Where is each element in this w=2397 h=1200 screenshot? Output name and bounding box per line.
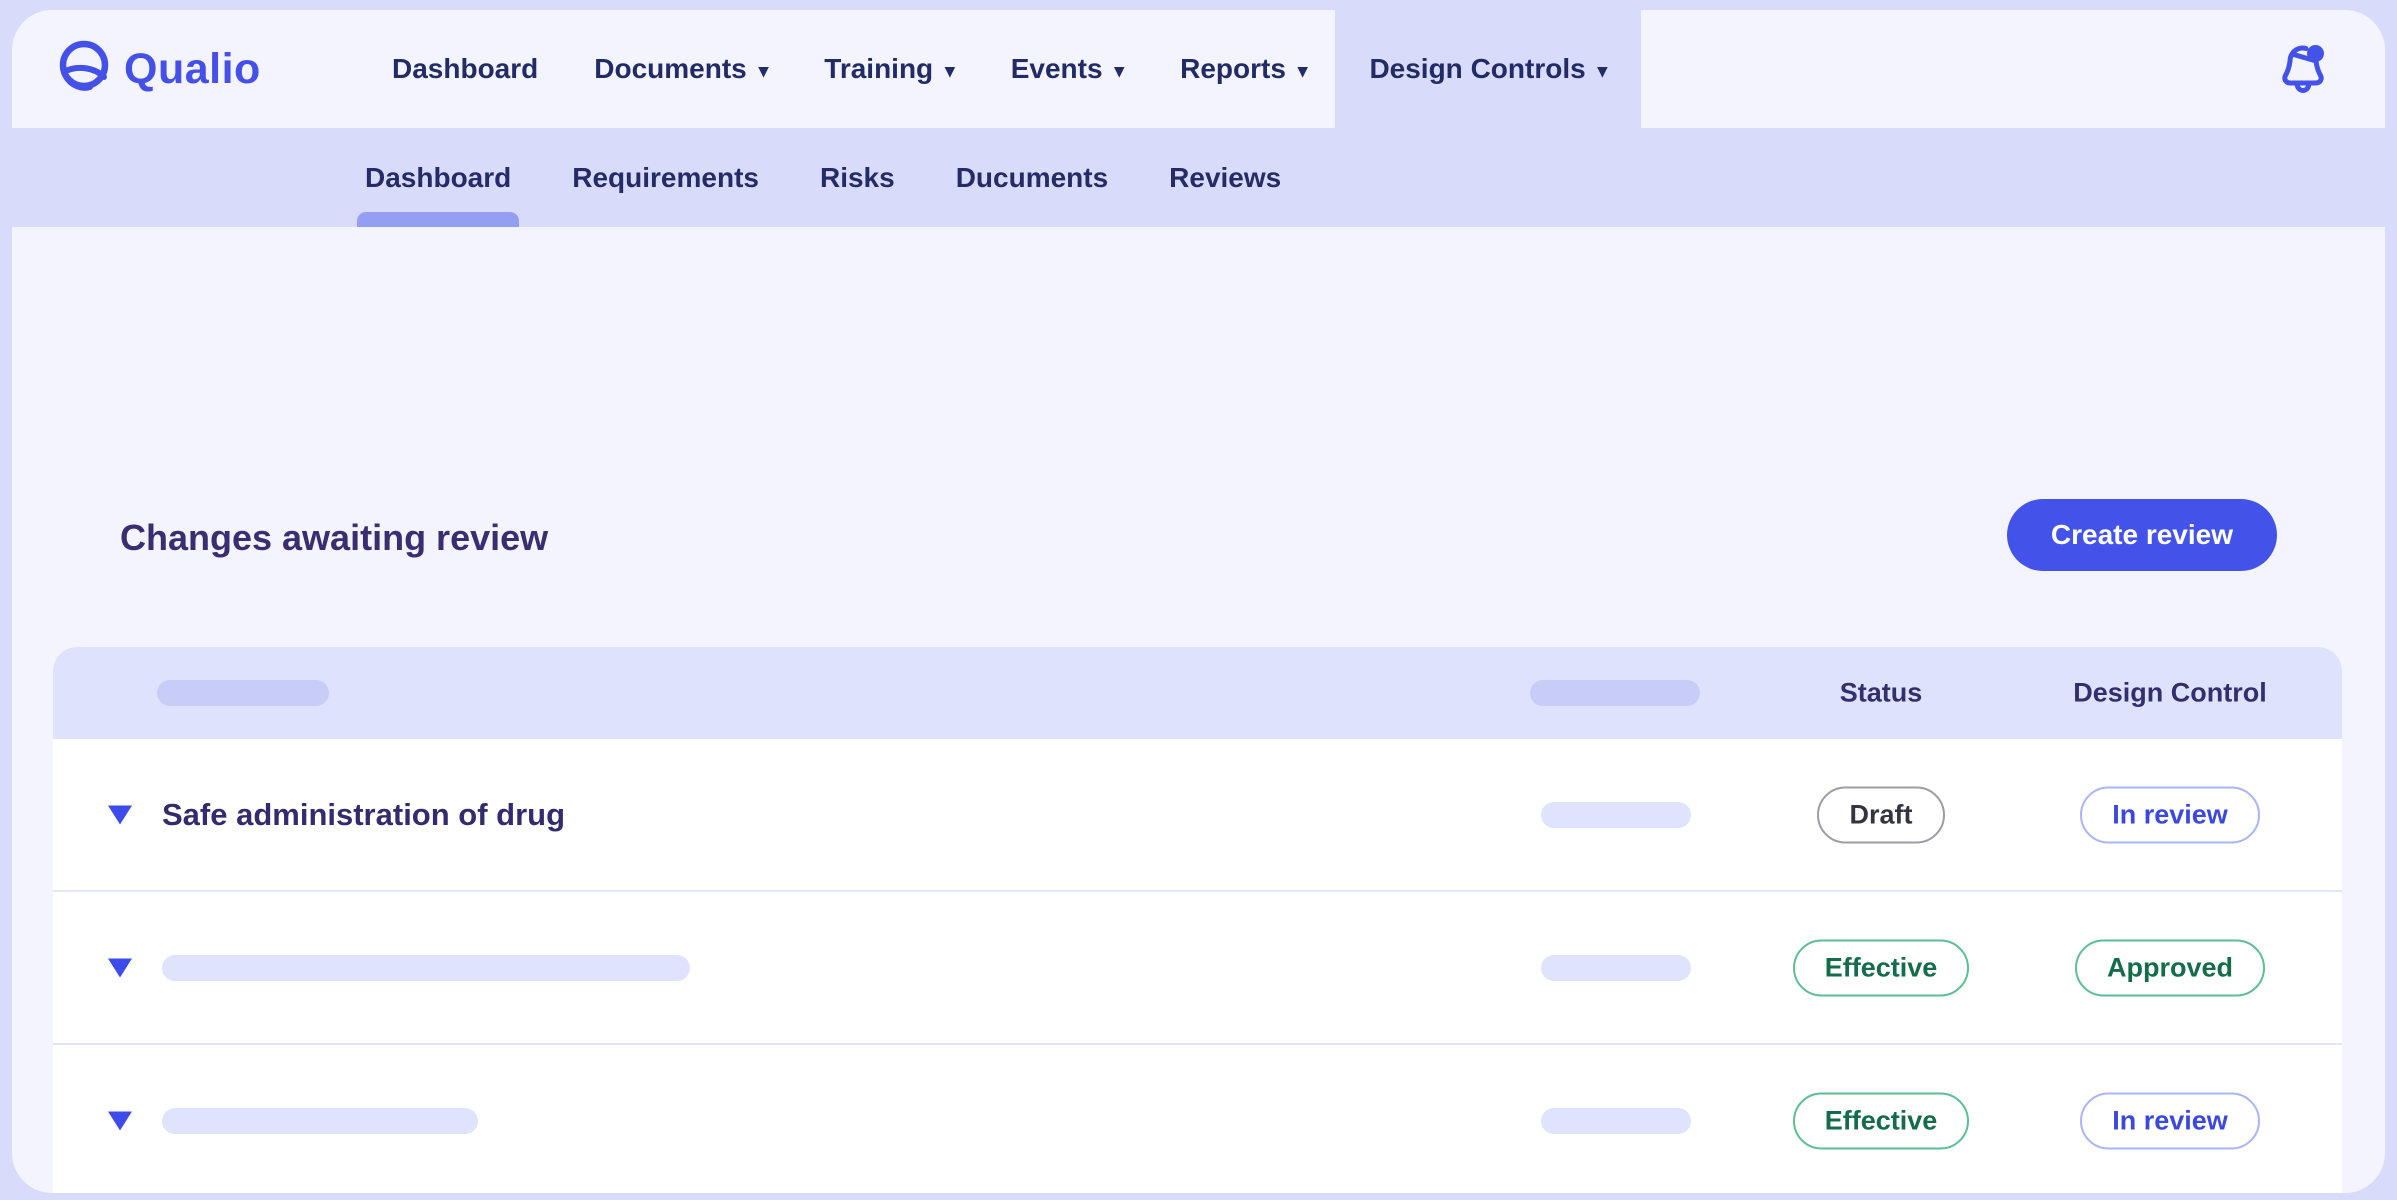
nav-item-dashboard[interactable]: Dashboard bbox=[364, 10, 566, 128]
unread-dot bbox=[2307, 45, 2324, 62]
status-cell: Draft bbox=[1751, 786, 2011, 843]
subnav-tab-label: Requirements bbox=[572, 162, 759, 194]
subnav-tab-dashboard[interactable]: Dashboard bbox=[357, 128, 519, 227]
column-header-design-control: Design Control bbox=[2020, 678, 2320, 709]
row-placeholder-pill bbox=[1541, 955, 1691, 981]
design-control-badge: In review bbox=[2080, 786, 2260, 843]
nav-item-training[interactable]: Training ▾ bbox=[796, 10, 982, 128]
row-title-placeholder-pill bbox=[162, 955, 690, 981]
row-title[interactable]: Safe administration of drug bbox=[162, 797, 565, 833]
subnav-tab-label: Ducuments bbox=[956, 162, 1108, 194]
nav-item-label: Documents bbox=[594, 53, 746, 85]
caret-down-icon: ▾ bbox=[1115, 58, 1125, 81]
header-placeholder-pill bbox=[1530, 680, 1700, 706]
design-control-badge: In review bbox=[2080, 1092, 2260, 1149]
subnav-tab-ducuments[interactable]: Ducuments bbox=[948, 128, 1116, 227]
top-navigation-bar: Qualio Dashboard Documents ▾ Training ▾ … bbox=[12, 10, 2385, 128]
brand-wordmark: Qualio bbox=[124, 45, 261, 94]
expand-toggle-icon[interactable] bbox=[108, 958, 132, 977]
row-placeholder-pill bbox=[1541, 1108, 1691, 1134]
design-control-cell: In review bbox=[2020, 786, 2320, 843]
page-title: Changes awaiting review bbox=[120, 517, 548, 559]
app-window: Qualio Dashboard Documents ▾ Training ▾ … bbox=[12, 10, 2385, 1193]
column-header-status: Status bbox=[1751, 678, 2011, 709]
subnav-tab-label: Dashboard bbox=[365, 162, 511, 194]
table-row: Effective Approved bbox=[53, 892, 2342, 1045]
design-control-cell: In review bbox=[2020, 1092, 2320, 1149]
table-row: Safe administration of drug Draft In rev… bbox=[53, 739, 2342, 892]
nav-item-documents[interactable]: Documents ▾ bbox=[566, 10, 796, 128]
nav-item-label: Reports bbox=[1180, 53, 1286, 85]
expand-toggle-icon[interactable] bbox=[108, 805, 132, 824]
qualio-logo-icon bbox=[56, 39, 112, 100]
row-title-placeholder-pill bbox=[162, 1108, 478, 1134]
nav-item-label: Dashboard bbox=[392, 53, 538, 85]
design-control-cell: Approved bbox=[2020, 939, 2320, 996]
notification-bell-button[interactable] bbox=[2273, 39, 2333, 99]
nav-item-events[interactable]: Events ▾ bbox=[983, 10, 1152, 128]
design-controls-sub-navigation: Dashboard Requirements Risks Ducuments R… bbox=[12, 128, 2385, 227]
status-cell: Effective bbox=[1751, 1092, 2011, 1149]
active-tab-indicator bbox=[357, 212, 519, 227]
caret-down-icon: ▾ bbox=[1598, 58, 1608, 81]
notification-bell-icon bbox=[2274, 40, 2332, 98]
status-badge: Effective bbox=[1793, 939, 1970, 996]
status-badge: Effective bbox=[1793, 1092, 1970, 1149]
status-badge: Draft bbox=[1817, 786, 1944, 843]
subnav-tab-requirements[interactable]: Requirements bbox=[564, 128, 767, 227]
row-placeholder-pill bbox=[1541, 802, 1691, 828]
caret-down-icon: ▾ bbox=[945, 58, 955, 81]
subnav-tab-reviews[interactable]: Reviews bbox=[1161, 128, 1289, 227]
caret-down-icon: ▾ bbox=[1298, 58, 1308, 81]
subnav-tab-label: Risks bbox=[820, 162, 895, 194]
caret-down-icon: ▾ bbox=[759, 58, 769, 81]
subnav-tab-label: Reviews bbox=[1169, 162, 1281, 194]
nav-item-label: Design Controls bbox=[1369, 53, 1585, 85]
expand-toggle-icon[interactable] bbox=[108, 1111, 132, 1130]
nav-item-reports[interactable]: Reports ▾ bbox=[1152, 10, 1335, 128]
table-row: Effective In review bbox=[53, 1045, 2342, 1193]
header-placeholder-pill bbox=[157, 680, 329, 706]
status-cell: Effective bbox=[1751, 939, 2011, 996]
qualio-logo[interactable]: Qualio bbox=[12, 10, 364, 128]
nav-item-label: Training bbox=[824, 53, 933, 85]
nav-item-label: Events bbox=[1011, 53, 1103, 85]
table-header-row: Status Design Control bbox=[53, 647, 2342, 739]
page-content: Changes awaiting review Create review St… bbox=[12, 227, 2385, 1193]
subnav-tab-risks[interactable]: Risks bbox=[812, 128, 903, 227]
create-review-button[interactable]: Create review bbox=[2007, 499, 2277, 571]
design-control-badge: Approved bbox=[2075, 939, 2265, 996]
top-nav-items: Dashboard Documents ▾ Training ▾ Events … bbox=[364, 10, 1641, 128]
nav-item-design-controls[interactable]: Design Controls ▾ bbox=[1335, 10, 1641, 128]
changes-awaiting-review-table: Status Design Control Safe administratio… bbox=[53, 647, 2342, 1193]
